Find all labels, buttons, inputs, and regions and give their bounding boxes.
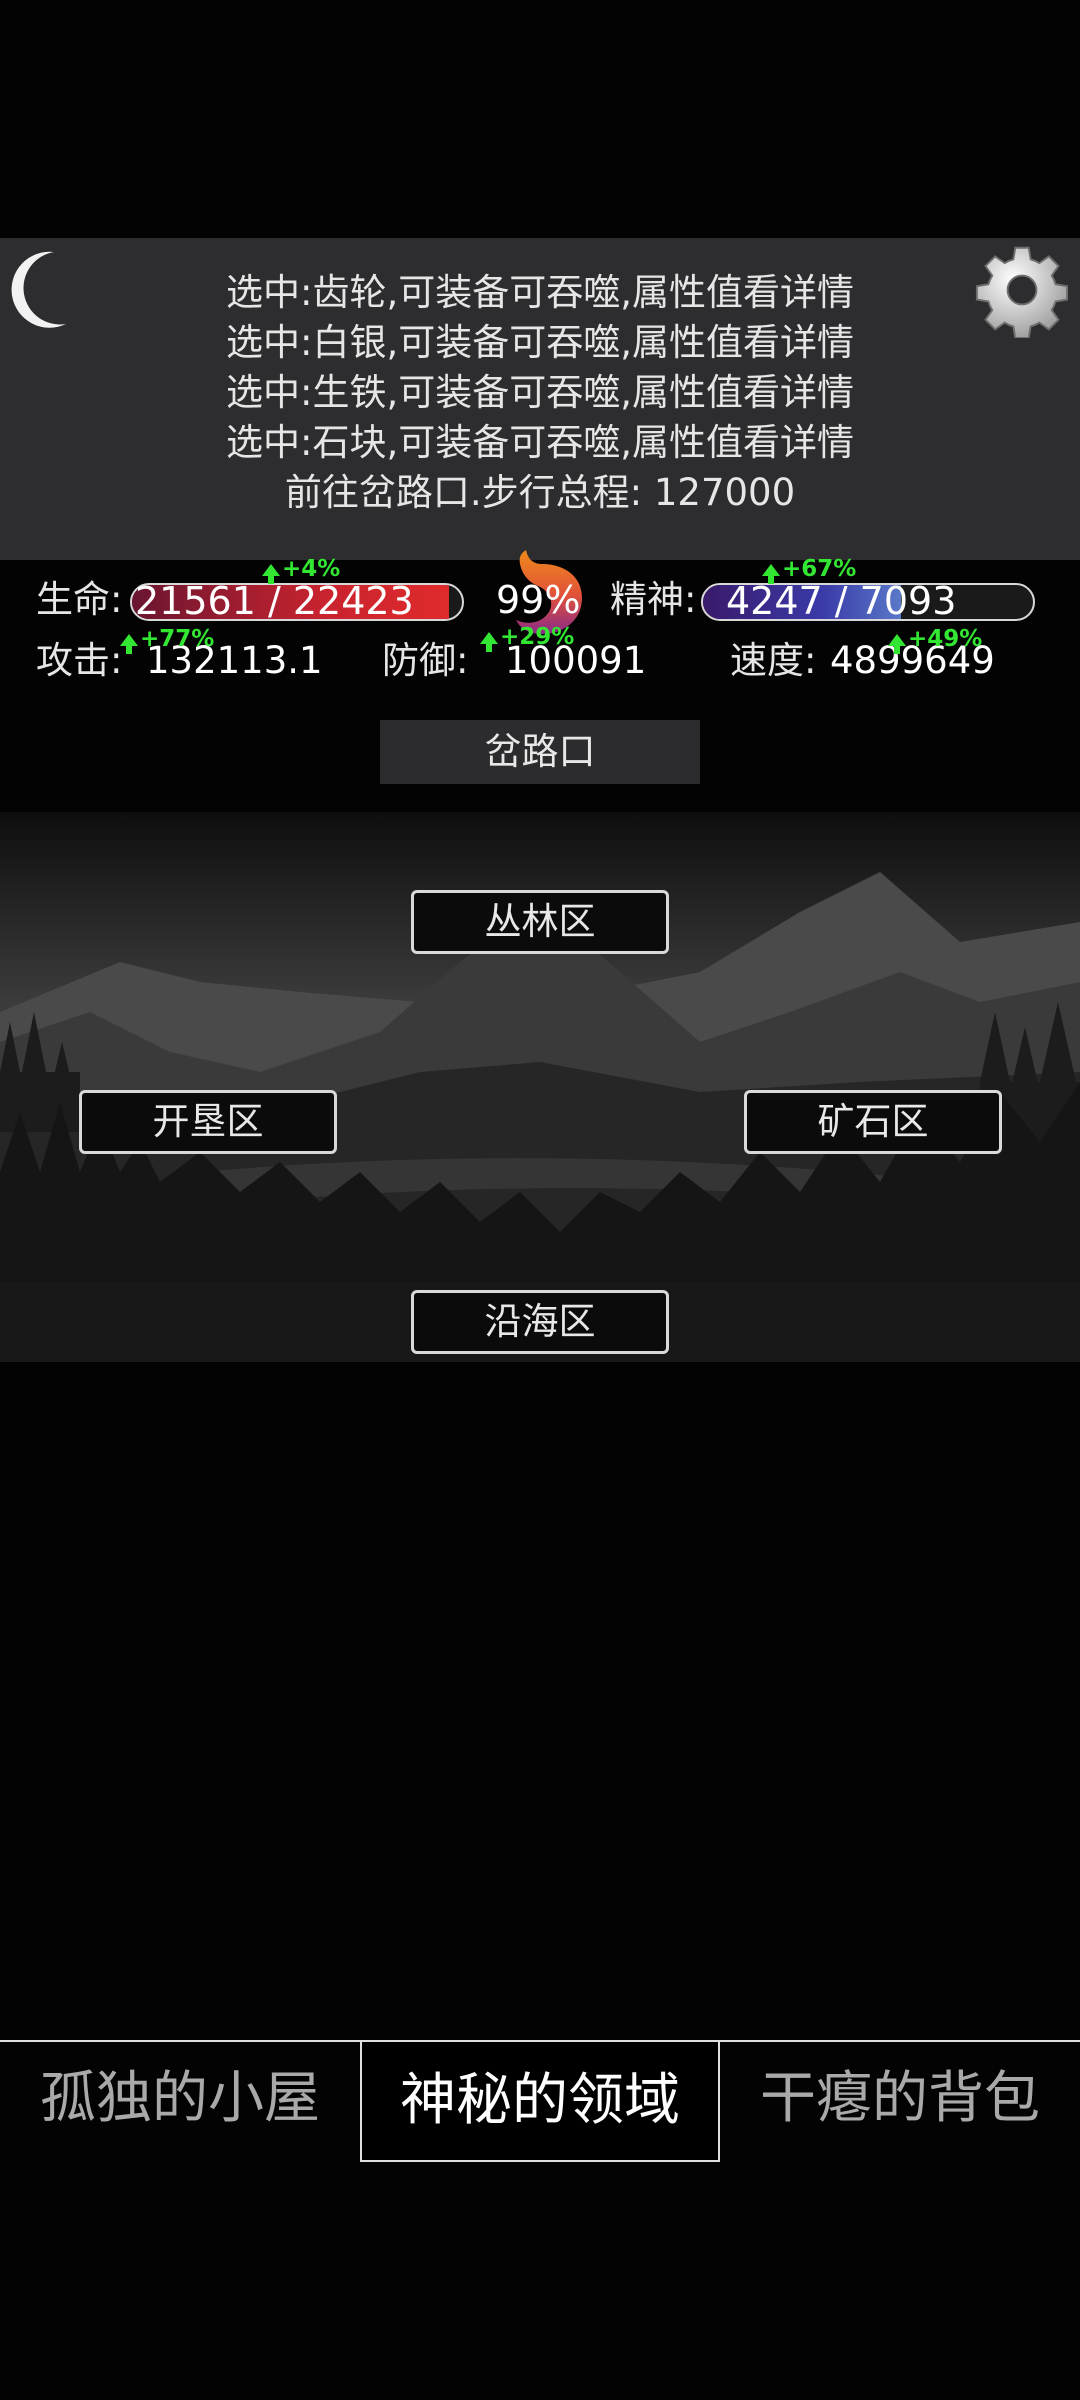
green-up-arrow-icon [480, 631, 498, 652]
hp-label: 生命: [36, 578, 123, 621]
green-up-arrow-icon [762, 563, 780, 584]
spirit-label: 精神: [610, 578, 697, 621]
zone-button-mine[interactable]: 矿石区 [744, 1090, 1002, 1154]
tab-domain[interactable]: 神秘的领域 [360, 2040, 720, 2162]
attack-boost: +77% [120, 626, 214, 654]
log-line: 选中:生铁,可装备可吞噬,属性值看详情 [226, 371, 854, 414]
hp-boost: +4% [262, 556, 340, 584]
zone-button-farmland[interactable]: 开垦区 [79, 1090, 337, 1154]
log-line: 选中:石块,可装备可吞噬,属性值看详情 [226, 421, 854, 464]
hunger-percent: 99% [496, 578, 581, 622]
zone-button-coast[interactable]: 沿海区 [411, 1290, 669, 1354]
hp-value-text: 21561 / 22423 [135, 579, 414, 623]
tab-cabin[interactable]: 孤独的小屋 [0, 2040, 360, 2158]
log-line: 选中:白银,可装备可吞噬,属性值看详情 [226, 321, 854, 364]
log-line: 选中:齿轮,可装备可吞噬,属性值看详情 [226, 271, 854, 314]
defense-label: 防御: [382, 639, 469, 682]
speed-boost: +49% [888, 626, 982, 654]
speed-label: 速度: [730, 639, 817, 682]
current-location-label: 岔路口 [380, 720, 700, 784]
gear-icon[interactable] [974, 242, 1070, 338]
defense-value: 100091 [505, 639, 647, 682]
spirit-value-text: 4247 / 7093 [726, 579, 957, 623]
zone-button-jungle[interactable]: 丛林区 [411, 890, 669, 954]
spirit-boost: +67% [762, 556, 856, 584]
tab-backpack[interactable]: 干瘪的背包 [720, 2040, 1080, 2158]
green-up-arrow-icon [262, 563, 280, 584]
attack-label: 攻击: [36, 639, 123, 682]
log-line: 前往岔路口.步行总程: 127000 [284, 471, 796, 514]
green-up-arrow-icon [120, 633, 138, 654]
green-up-arrow-icon [888, 633, 906, 654]
map-area: 丛林区 开垦区 矿石区 沿海区 [0, 812, 1080, 1362]
